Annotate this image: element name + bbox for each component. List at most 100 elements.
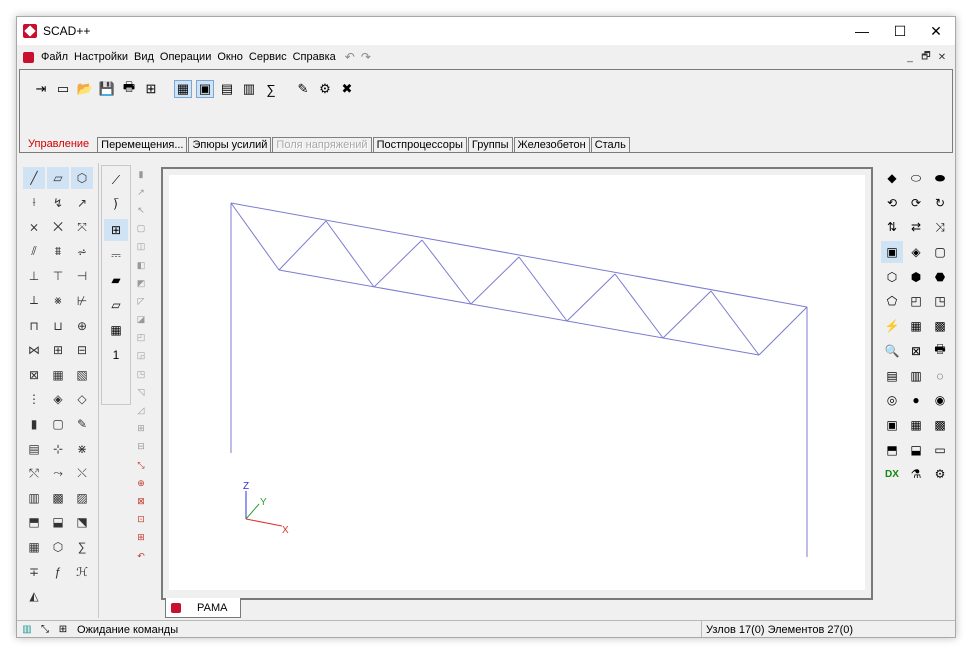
bottom-chord[interactable] bbox=[278, 269, 760, 356]
filter-tool-6-icon[interactable]: ▦ bbox=[104, 319, 128, 341]
menu-file[interactable]: Файл bbox=[38, 51, 71, 63]
mode-tool-16-icon[interactable]: ⤡ bbox=[133, 456, 149, 474]
mode-tool-21-icon[interactable]: ↶ bbox=[133, 547, 149, 565]
left-tool-36-icon[interactable]: ⤲ bbox=[23, 462, 45, 484]
new-icon[interactable]: ▭ bbox=[54, 80, 72, 98]
undo-icon[interactable]: ↶ bbox=[345, 50, 355, 64]
filter-tool-5-icon[interactable]: ▱ bbox=[104, 294, 128, 316]
web-diagonal[interactable] bbox=[518, 256, 568, 322]
right-tool-2-icon[interactable]: ⬬ bbox=[929, 167, 951, 189]
mode-tool-13-icon[interactable]: ◿ bbox=[133, 401, 149, 419]
left-tool-28-icon[interactable]: ◈ bbox=[47, 388, 69, 410]
left-tool-18-icon[interactable]: ⊓ bbox=[23, 315, 45, 337]
right-tool-4-icon[interactable]: ⟳ bbox=[905, 192, 927, 214]
right-tool-21-icon[interactable]: 🔍 bbox=[881, 340, 903, 362]
right-tool-3-icon[interactable]: ⟲ bbox=[881, 192, 903, 214]
left-tool-31-icon[interactable]: ▢ bbox=[47, 413, 69, 435]
left-tool-2-icon[interactable]: ⬡ bbox=[71, 167, 93, 189]
dx-export-icon[interactable]: DX bbox=[881, 463, 903, 485]
web-diagonal[interactable] bbox=[325, 220, 375, 288]
left-tool-32-icon[interactable]: ✎ bbox=[71, 413, 93, 435]
tab-5[interactable]: Группы bbox=[467, 137, 513, 152]
status-nodes-icon[interactable]: ⤡ bbox=[37, 623, 53, 637]
mdi-close-button[interactable]: ✕ bbox=[935, 50, 949, 64]
right-tool-8-icon[interactable]: ⤨ bbox=[929, 216, 951, 238]
menu-service[interactable]: Сервис bbox=[246, 51, 290, 63]
left-tool-35-icon[interactable]: ⋇ bbox=[71, 438, 93, 460]
import-icon[interactable]: ⇥ bbox=[32, 80, 50, 98]
right-tool-14-icon[interactable]: ⬣ bbox=[929, 266, 951, 288]
filter-tool-1-icon[interactable]: ⟌ bbox=[104, 194, 128, 216]
left-tool-9-icon[interactable]: ⫽ bbox=[23, 241, 45, 263]
right-tool-1-icon[interactable]: ⬭ bbox=[905, 167, 927, 189]
left-tool-41-icon[interactable]: ▨ bbox=[71, 487, 93, 509]
right-tool-15-icon[interactable]: ⬠ bbox=[881, 290, 903, 312]
right-tool-26-icon[interactable]: ◌ bbox=[929, 365, 951, 387]
left-tool-6-icon[interactable]: ⨯ bbox=[23, 216, 45, 238]
mode-tool-15-icon[interactable]: ⊟ bbox=[133, 438, 149, 456]
left-tool-20-icon[interactable]: ⊕ bbox=[71, 315, 93, 337]
right-tool-32-icon[interactable]: ▩ bbox=[929, 414, 951, 436]
web-diagonal[interactable] bbox=[421, 239, 472, 305]
web-diagonal[interactable] bbox=[662, 290, 712, 339]
mode-tool-20-icon[interactable]: ⊞ bbox=[133, 529, 149, 547]
menu-settings[interactable]: Настройки bbox=[71, 51, 131, 63]
mode-tool-11-icon[interactable]: ◳ bbox=[133, 365, 149, 383]
left-tool-43-icon[interactable]: ⬓ bbox=[47, 511, 69, 533]
right-tool-11-icon[interactable]: ▢ bbox=[929, 241, 951, 263]
tools-icon[interactable]: ✎ bbox=[294, 80, 312, 98]
left-tool-51-icon[interactable]: ◭ bbox=[23, 585, 45, 607]
left-tool-19-icon[interactable]: ⊔ bbox=[47, 315, 69, 337]
left-tool-13-icon[interactable]: ⊤ bbox=[47, 265, 69, 287]
mode-tool-9-icon[interactable]: ◰ bbox=[133, 329, 149, 347]
left-tool-40-icon[interactable]: ▩ bbox=[47, 487, 69, 509]
menu-operations[interactable]: Операции bbox=[157, 51, 214, 63]
web-diagonal[interactable] bbox=[278, 220, 327, 271]
right-tool-33-icon[interactable]: ⬒ bbox=[881, 439, 903, 461]
document-system-icon[interactable] bbox=[23, 51, 34, 63]
web-diagonal[interactable] bbox=[373, 239, 423, 288]
left-tool-0-icon[interactable]: ╱ bbox=[23, 167, 45, 189]
right-tool-0-icon[interactable]: ◆ bbox=[881, 167, 903, 189]
left-tool-10-icon[interactable]: ⩩ bbox=[47, 241, 69, 263]
redo-icon[interactable]: ↷ bbox=[361, 50, 371, 64]
mdi-minimize-button[interactable]: _ bbox=[903, 50, 917, 64]
left-tool-45-icon[interactable]: ▦ bbox=[23, 536, 45, 558]
filter-tool-2-icon[interactable]: ⊞ bbox=[104, 219, 128, 241]
close-button[interactable]: ✕ bbox=[917, 17, 955, 45]
right-tool-28-icon[interactable]: ● bbox=[905, 389, 927, 411]
left-tool-3-icon[interactable]: ⟊ bbox=[23, 192, 45, 214]
tab-1[interactable]: Перемещения... bbox=[97, 137, 188, 152]
right-tool-10-icon[interactable]: ◈ bbox=[905, 241, 927, 263]
left-tool-5-icon[interactable]: ↗ bbox=[71, 192, 93, 214]
filter-tool-3-icon[interactable]: ⎓ bbox=[104, 244, 128, 266]
right-tool-7-icon[interactable]: ⇄ bbox=[905, 216, 927, 238]
tab-7[interactable]: Сталь bbox=[590, 137, 630, 152]
delete-icon[interactable]: ✖ bbox=[338, 80, 356, 98]
mode-tool-4-icon[interactable]: ◫ bbox=[133, 238, 149, 256]
left-tool-1-icon[interactable]: ▱ bbox=[47, 167, 69, 189]
web-diagonal[interactable] bbox=[566, 273, 616, 322]
right-tool-25-icon[interactable]: ▥ bbox=[905, 365, 927, 387]
left-tool-8-icon[interactable]: ⤧ bbox=[71, 216, 93, 238]
left-tool-46-icon[interactable]: ⬡ bbox=[47, 536, 69, 558]
top-chord[interactable] bbox=[230, 202, 808, 308]
left-tool-23-icon[interactable]: ⊟ bbox=[71, 339, 93, 361]
right-tool-16-icon[interactable]: ◰ bbox=[905, 290, 927, 312]
monitor-icon[interactable]: ▤ bbox=[218, 80, 236, 98]
left-tool-37-icon[interactable]: ⤳ bbox=[47, 462, 69, 484]
left-tool-24-icon[interactable]: ⊠ bbox=[23, 364, 45, 386]
print-icon[interactable]: 🖶 bbox=[120, 79, 138, 98]
left-tool-16-icon[interactable]: ⨳ bbox=[47, 290, 69, 312]
tree-icon[interactable]: ⊞ bbox=[142, 80, 160, 98]
right-tool-31-icon[interactable]: ▦ bbox=[905, 414, 927, 436]
mode-tool-14-icon[interactable]: ⊞ bbox=[133, 420, 149, 438]
left-tool-34-icon[interactable]: ⊹ bbox=[47, 438, 69, 460]
left-tool-42-icon[interactable]: ⬒ bbox=[23, 511, 45, 533]
mode-tool-17-icon[interactable]: ⊕ bbox=[133, 474, 149, 492]
mode-tool-2-icon[interactable]: ↖ bbox=[133, 201, 149, 219]
mode-tool-10-icon[interactable]: ◲ bbox=[133, 347, 149, 365]
menu-help[interactable]: Справка bbox=[290, 51, 339, 63]
tab-4[interactable]: Постпроцессоры bbox=[372, 137, 467, 152]
drawing-canvas[interactable]: ZY X bbox=[169, 175, 865, 590]
